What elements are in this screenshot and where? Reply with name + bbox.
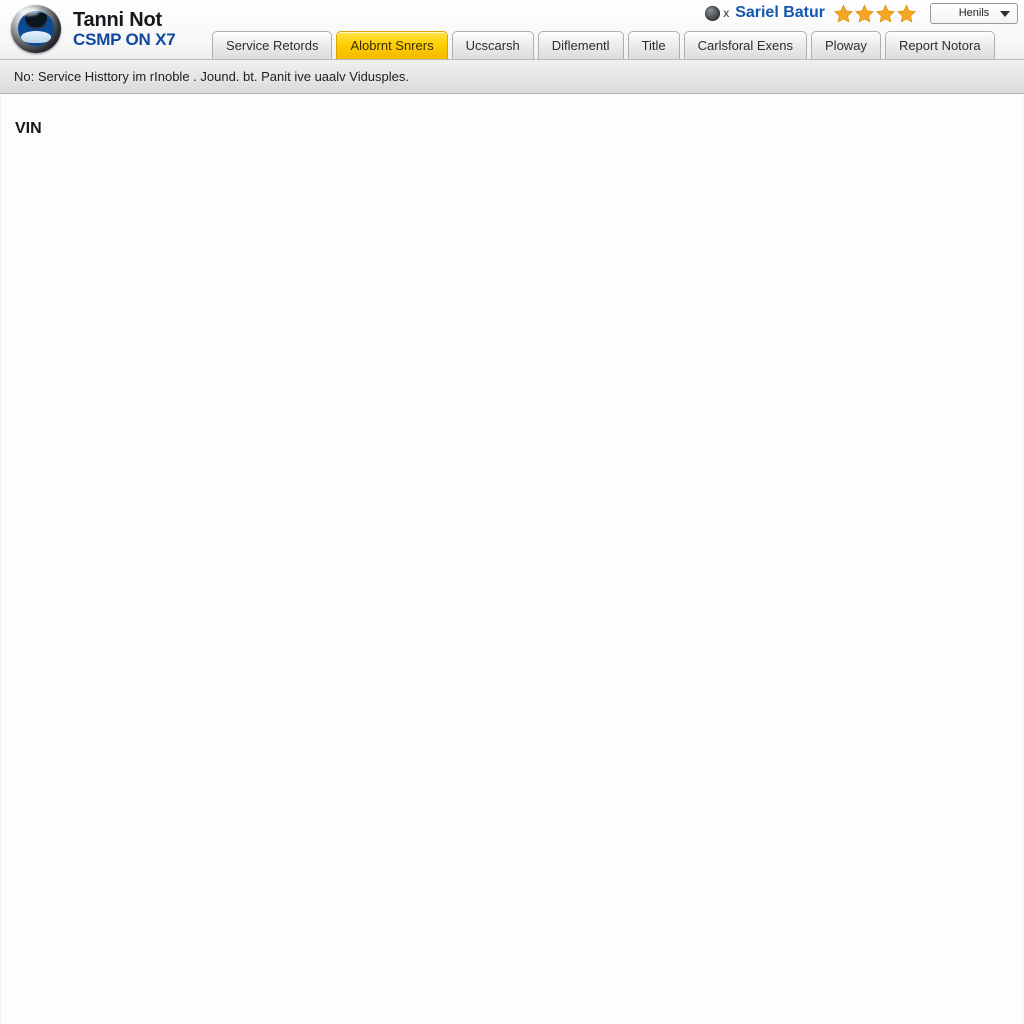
brand-text: Tanni Not CSMP ON X7 (73, 10, 176, 48)
star-icon (834, 3, 853, 22)
user-avatar-icon (705, 5, 721, 21)
tab-ploway[interactable]: Ploway (811, 31, 881, 59)
tab-report-notora[interactable]: Report Notora (884, 31, 995, 59)
tab-ucscarsh[interactable]: Ucscarsh (451, 31, 534, 59)
tab-alobrnt-snrers[interactable]: Alobrnt Snrers (336, 31, 448, 59)
brand-name-secondary: CSMP ON X7 (73, 29, 176, 49)
tab-carlsforal-exens[interactable]: Carlsforal Exens (683, 31, 808, 59)
account-user-name[interactable]: Sariel Batur (735, 4, 825, 22)
brand-name-primary: Tanni Not (73, 9, 162, 32)
account-dropdown[interactable]: Henils (930, 2, 1018, 24)
rating-stars[interactable] (834, 3, 916, 23)
vin-label: VIN (15, 120, 42, 137)
tab-title[interactable]: Title (627, 31, 680, 59)
main-tab-bar: Service Retords Alobrnt Snrers Ucscarsh … (212, 29, 995, 59)
account-separator: x (723, 6, 730, 20)
tab-diflementl[interactable]: Diflementl (537, 31, 624, 59)
chevron-down-icon (1000, 10, 1010, 17)
star-icon (876, 3, 895, 22)
star-icon (855, 3, 874, 22)
main-content: VIN (0, 94, 1024, 1023)
account-strip: x Sariel Batur Henils (705, 1, 1018, 25)
app-header: Tanni Not CSMP ON X7 x Sariel Batur Heni… (0, 0, 1024, 60)
status-message-text: No: Service Histtory im rInoble . Jound.… (14, 69, 410, 84)
status-message-bar: No: Service Histtory im rInoble . Jound.… (0, 60, 1024, 94)
account-dropdown-value: Henils (958, 7, 990, 19)
car-wheel-emblem-icon (8, 2, 64, 56)
app-page: Tanni Not CSMP ON X7 x Sariel Batur Heni… (0, 0, 1024, 1024)
tab-service-retords[interactable]: Service Retords (212, 31, 333, 59)
star-icon (897, 3, 916, 22)
brand-logo[interactable]: Tanni Not CSMP ON X7 (8, 2, 176, 56)
